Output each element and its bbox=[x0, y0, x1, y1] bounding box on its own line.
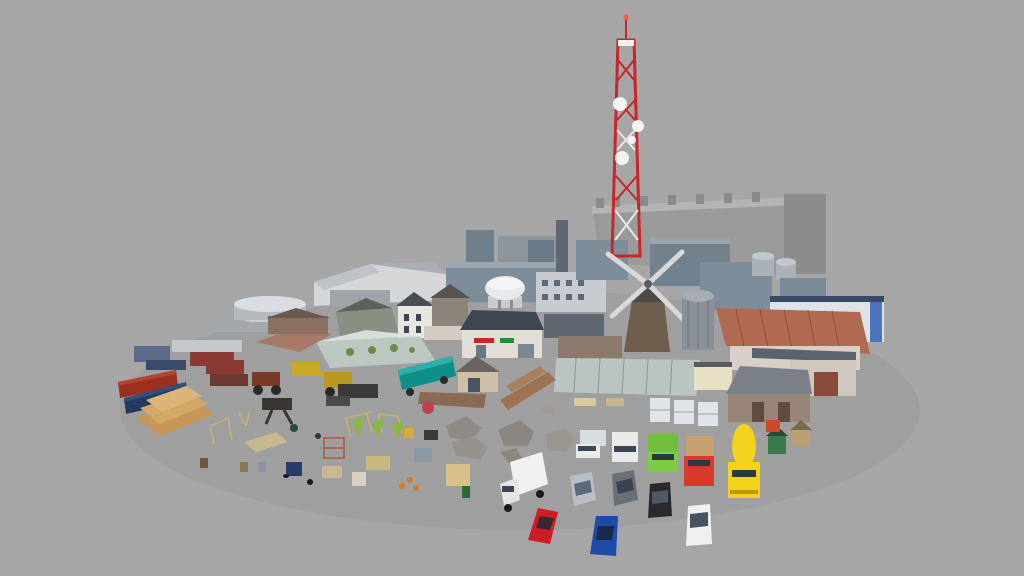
white-suv bbox=[686, 504, 712, 546]
white-van bbox=[612, 432, 638, 462]
ibc-tanks bbox=[650, 398, 718, 426]
green-truck bbox=[648, 434, 678, 472]
stone-shed bbox=[726, 366, 812, 422]
asset-showcase-scene bbox=[118, 14, 920, 556]
grain-silo bbox=[682, 290, 714, 350]
black-car bbox=[648, 482, 672, 518]
warehouse-shed bbox=[314, 262, 446, 306]
dark-grey-car bbox=[612, 470, 638, 506]
silver-car-1 bbox=[570, 472, 596, 506]
red-truck bbox=[684, 436, 714, 486]
small-warehouse bbox=[544, 314, 604, 338]
shop-building bbox=[460, 310, 544, 358]
water-tank bbox=[485, 276, 525, 310]
